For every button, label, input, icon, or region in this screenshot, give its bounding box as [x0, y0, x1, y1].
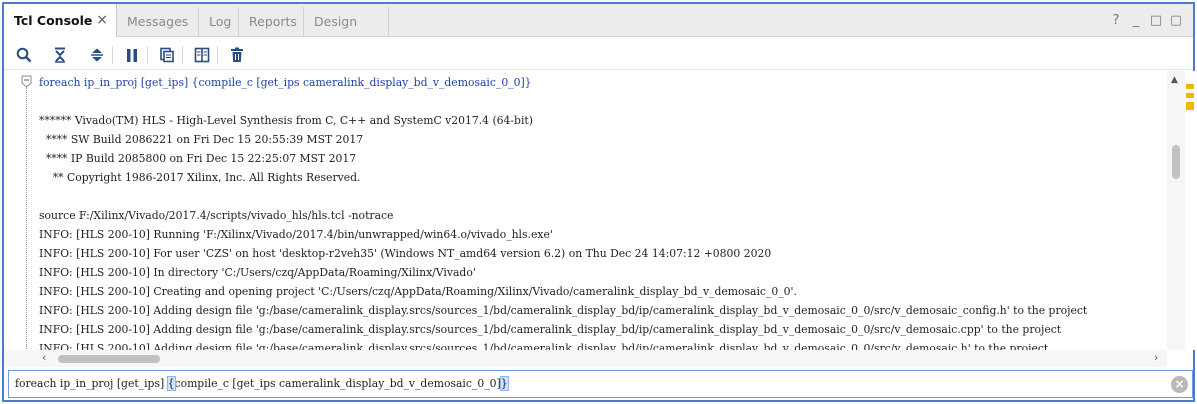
tab-label: Reports — [249, 14, 297, 29]
toolbar-separator — [182, 46, 183, 64]
console-command-line: foreach ip_in_proj [get_ips] {compile_c … — [39, 76, 532, 89]
fold-guide — [26, 87, 27, 349]
help-icon[interactable]: ? — [1109, 13, 1123, 29]
tab-tcl-console[interactable]: Tcl Console × — [4, 4, 117, 37]
scroll-right-icon[interactable]: › — [1154, 351, 1158, 364]
horizontal-scrollbar[interactable]: ‹ › — [4, 350, 1167, 367]
console-line: ** Copyright 1986-2017 Xilinx, Inc. All … — [39, 171, 361, 184]
command-text-segment: compile_c [get_ips cameralink_display_bd… — [174, 377, 501, 390]
copy-icon[interactable] — [156, 44, 178, 66]
console-line: INFO: [HLS 200-10] In directory 'C:/User… — [39, 266, 476, 279]
console-line: INFO: [HLS 200-10] Running 'F:/Xilinx/Vi… — [39, 228, 553, 241]
tab-design-runs[interactable]: Design Runs — [304, 7, 389, 58]
toolbar-separator — [112, 46, 113, 64]
console-line: INFO: [HLS 200-10] Adding design file 'g… — [39, 342, 1049, 350]
bracket-match-close: } — [499, 376, 509, 391]
close-icon[interactable]: × — [96, 4, 108, 37]
search-icon[interactable] — [13, 44, 35, 66]
scroll-left-icon[interactable]: ‹ — [42, 351, 46, 364]
console-line: **** IP Build 2085800 on Fri Dec 15 22:2… — [39, 152, 357, 165]
tab-label: Messages — [127, 14, 189, 29]
console-line: INFO: [HLS 200-10] For user 'CZS' on hos… — [39, 247, 772, 260]
console-line: source F:/Xilinx/Vivado/2017.4/scripts/v… — [39, 209, 394, 222]
maximize-icon[interactable]: ▢ — [1169, 13, 1183, 29]
bracket-match-open: { — [166, 376, 176, 391]
tab-label: Log — [209, 14, 232, 29]
warning-marker[interactable] — [1186, 102, 1194, 110]
console-toolbar — [4, 38, 1193, 70]
toolbar-separator — [217, 46, 218, 64]
pause-icon[interactable] — [121, 44, 143, 66]
tab-label: Tcl Console — [14, 13, 93, 28]
toolbar-separator — [147, 46, 148, 64]
command-text-segment: foreach ip_in_proj [get_ips] — [15, 377, 168, 390]
trash-icon[interactable] — [226, 44, 248, 66]
command-text[interactable]: foreach ip_in_proj [get_ips] {compile_c … — [15, 371, 509, 397]
restore-icon[interactable]: □ — [1149, 13, 1163, 29]
console-output[interactable]: foreach ip_in_proj [get_ips] {compile_c … — [4, 71, 1167, 350]
clear-input-icon[interactable]: × — [1171, 376, 1188, 393]
tab-messages[interactable]: Messages — [117, 7, 199, 36]
scrollbar-thumb[interactable] — [58, 355, 160, 363]
minimize-icon[interactable]: _ — [1129, 13, 1143, 29]
console-line: INFO: [HLS 200-10] Adding design file 'g… — [39, 323, 1062, 336]
tab-reports[interactable]: Reports — [239, 7, 304, 36]
vertical-scrollbar[interactable]: ▲ — [1167, 71, 1185, 350]
tcl-console-panel: Tcl Console × Messages Log Reports Desig… — [2, 2, 1195, 402]
warning-marker[interactable] — [1186, 84, 1194, 89]
split-view-icon[interactable] — [191, 44, 213, 66]
tab-bar: Tcl Console × Messages Log Reports Desig… — [4, 4, 1193, 58]
tab-log[interactable]: Log — [199, 7, 239, 36]
message-markers — [1185, 71, 1195, 350]
scrollbar-thumb[interactable] — [1172, 145, 1180, 179]
tcl-command-input[interactable]: foreach ip_in_proj [get_ips] {compile_c … — [8, 370, 1193, 398]
console-line: ****** Vivado(TM) HLS - High-Level Synth… — [39, 114, 533, 127]
warning-marker[interactable] — [1186, 93, 1194, 98]
fold-collapse-icon[interactable] — [21, 75, 32, 88]
console-line: INFO: [HLS 200-10] Adding design file 'g… — [39, 304, 1088, 317]
expand-all-icon[interactable] — [86, 44, 108, 66]
console-line: **** SW Build 2086221 on Fri Dec 15 20:5… — [39, 133, 364, 146]
scroll-up-icon[interactable]: ▲ — [1171, 75, 1178, 85]
collapse-all-icon[interactable] — [49, 44, 71, 66]
console-line: INFO: [HLS 200-10] Creating and opening … — [39, 285, 797, 298]
window-controls: ? _ □ ▢ — [1109, 11, 1183, 31]
